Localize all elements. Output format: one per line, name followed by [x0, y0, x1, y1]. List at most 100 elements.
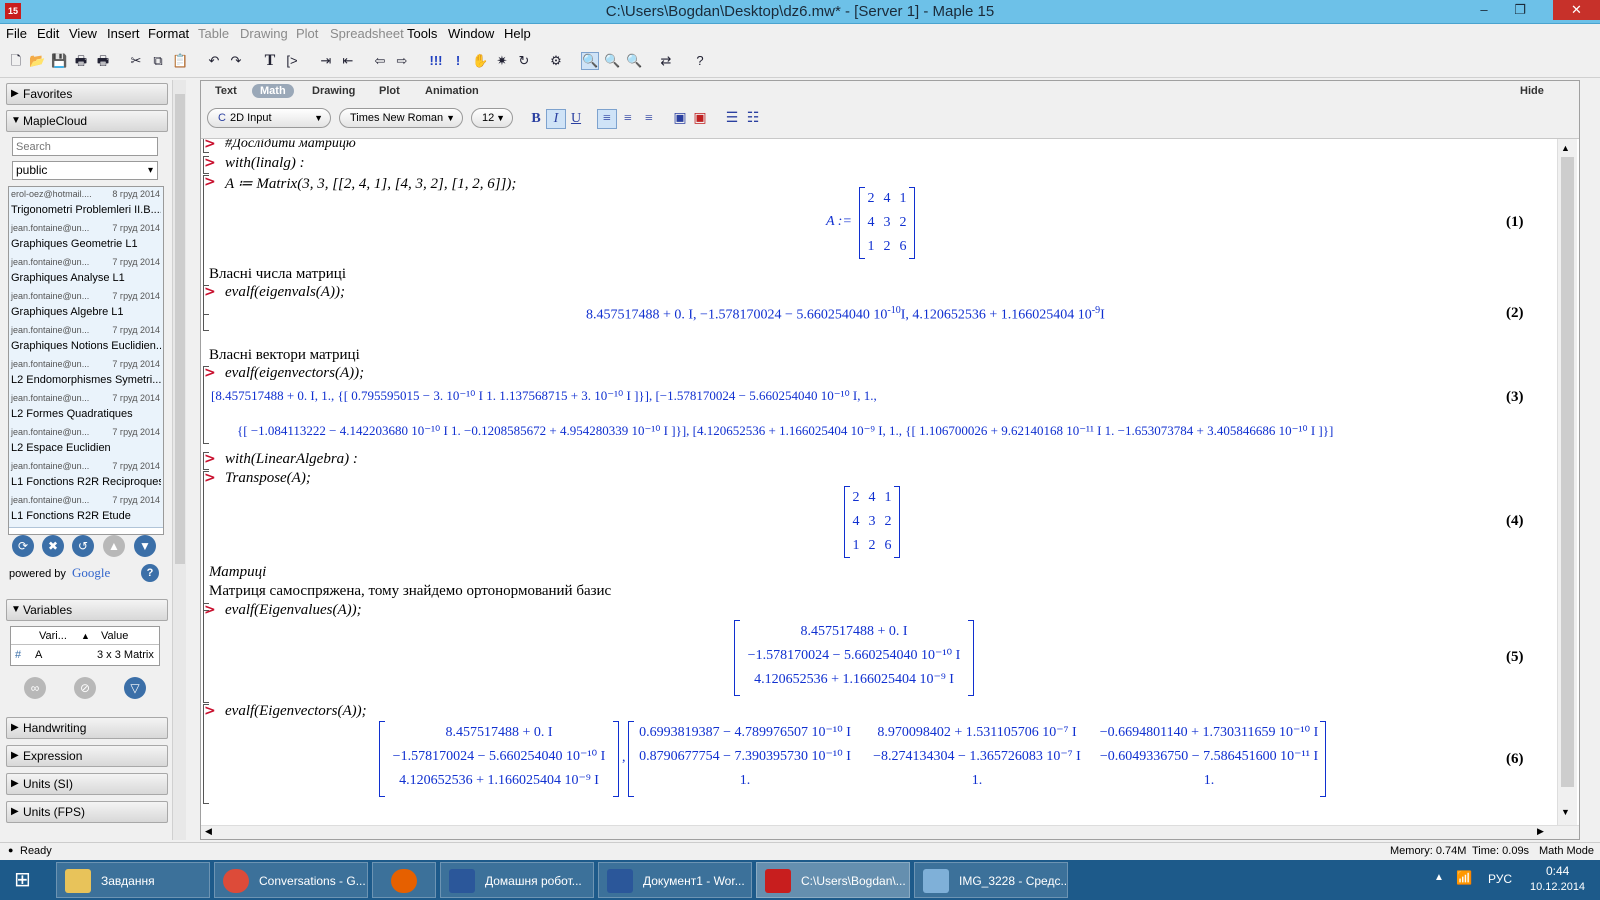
- network-icon[interactable]: 📶: [1456, 870, 1472, 886]
- cloud-group-select[interactable]: public ▾: [12, 161, 158, 180]
- menu-tools[interactable]: Tools: [407, 26, 437, 41]
- tray-arrow-icon[interactable]: ▲: [1434, 872, 1444, 883]
- print-icon[interactable]: 🖶: [73, 53, 89, 69]
- zoom-100-icon[interactable]: 🔍: [581, 52, 599, 70]
- taskbar-maple[interactable]: C:\Users\Bogdan\...: [756, 862, 910, 898]
- font-size-select[interactable]: 12 ▼: [471, 108, 513, 128]
- var-col-value[interactable]: Value: [101, 627, 128, 645]
- palette-expression[interactable]: ▶ Expression: [6, 745, 168, 767]
- tab-drawing[interactable]: Drawing: [304, 84, 363, 98]
- worksheet-vertical-scrollbar[interactable]: ▲ ▼: [1557, 139, 1577, 825]
- paste-icon[interactable]: 📋: [172, 53, 188, 69]
- taskbar-image-viewer[interactable]: IMG_3228 - Средс...: [914, 862, 1068, 898]
- hide-button[interactable]: Hide: [1512, 84, 1552, 98]
- menu-spreadsheet[interactable]: Spreadsheet: [330, 26, 404, 41]
- scroll-up-icon[interactable]: ▲: [1561, 143, 1570, 153]
- text-mode-icon[interactable]: T: [262, 53, 278, 69]
- menu-format[interactable]: Format: [148, 26, 189, 41]
- restore-button[interactable]: ❐: [1505, 0, 1535, 20]
- text-paragraph[interactable]: Власні числа матриці: [209, 266, 346, 283]
- zoom-200-icon[interactable]: 🔍: [626, 53, 642, 69]
- tab-math[interactable]: Math: [252, 84, 294, 98]
- list-item[interactable]: jean.fontaine@un... 7 груд 2014 Graphiques…: [9, 323, 163, 358]
- worksheet-content[interactable]: > #Дослідити матрицю > with(linalg) : > …: [201, 139, 1556, 825]
- highlight-color-icon[interactable]: ▣: [691, 110, 709, 128]
- forward-arrow-icon[interactable]: ⇨: [394, 53, 410, 69]
- execute-all-icon[interactable]: !!!: [428, 53, 444, 69]
- execute-icon[interactable]: !: [450, 53, 466, 69]
- execution-group-icon[interactable]: [>: [284, 53, 300, 69]
- open-folder-icon[interactable]: 📂: [29, 53, 45, 69]
- palette-units-fps[interactable]: ▶ Units (FPS): [6, 801, 168, 823]
- math-input[interactable]: evalf(eigenvectors(A));: [225, 365, 364, 382]
- menu-plot[interactable]: Plot: [296, 26, 318, 41]
- menu-help[interactable]: Help: [504, 26, 531, 41]
- bold-button[interactable]: B: [527, 110, 545, 128]
- math-input[interactable]: with(LinearAlgebra) :: [225, 451, 358, 468]
- list-item[interactable]: jean.fontaine@un... 7 груд 2014 L2 Espace …: [9, 425, 163, 460]
- list-item[interactable]: jean.fontaine@un... 7 груд 2014 L2 Formes …: [9, 391, 163, 426]
- font-select[interactable]: Times New Roman ▼: [339, 108, 463, 128]
- filter-icon[interactable]: ▽: [124, 677, 146, 699]
- tools-icon[interactable]: ✖: [42, 535, 64, 557]
- clock-time[interactable]: 0:44: [1546, 864, 1569, 878]
- copy-icon[interactable]: ⧉: [150, 53, 166, 69]
- palette-variables[interactable]: ▼ Variables: [6, 599, 168, 621]
- sync-icon[interactable]: ↺: [72, 535, 94, 557]
- cut-icon[interactable]: ✂: [128, 53, 144, 69]
- upload-icon[interactable]: ▲: [103, 535, 125, 557]
- help-icon[interactable]: ?: [692, 53, 708, 69]
- scroll-down-icon[interactable]: ▼: [1561, 807, 1570, 817]
- zoom-150-icon[interactable]: 🔍: [604, 53, 620, 69]
- list-item[interactable]: jean.fontaine@un... 7 груд 2014 Graphiques…: [9, 221, 163, 256]
- tab-plot[interactable]: Plot: [371, 84, 408, 98]
- hide-icon[interactable]: ⊘: [74, 677, 96, 699]
- debug-icon[interactable]: ✷: [494, 53, 510, 69]
- palette-scrollbar[interactable]: [172, 80, 186, 840]
- redo-icon[interactable]: ↷: [228, 53, 244, 69]
- minimize-button[interactable]: –: [1469, 0, 1499, 20]
- print-preview-icon[interactable]: 🖶: [95, 53, 111, 69]
- numbered-list-icon[interactable]: ☷: [744, 110, 762, 128]
- tab-animation[interactable]: Animation: [417, 84, 487, 98]
- list-item[interactable]: jean.fontaine@un... 7 груд 2014 L2 Endomor…: [9, 357, 163, 392]
- stop-icon[interactable]: ✋: [472, 53, 488, 69]
- palette-maplecloud[interactable]: ▼ MapleCloud: [6, 110, 168, 132]
- settings-gear-icon[interactable]: ⚙: [548, 53, 564, 69]
- menu-table[interactable]: Table: [198, 26, 229, 41]
- menu-window[interactable]: Window: [448, 26, 494, 41]
- outdent-icon[interactable]: ⇤: [340, 53, 356, 69]
- group-bracket[interactable]: [203, 603, 209, 703]
- math-input[interactable]: evalf(Eigenvectors(A));: [225, 703, 367, 720]
- undo-icon[interactable]: ↶: [206, 53, 222, 69]
- menu-view[interactable]: View: [69, 26, 97, 41]
- language-indicator[interactable]: РУС: [1488, 872, 1512, 886]
- comment-input[interactable]: #Дослідити матрицю: [225, 139, 356, 152]
- align-center-icon[interactable]: ≡: [619, 110, 637, 128]
- glasses-icon[interactable]: ∞: [24, 677, 46, 699]
- new-document-icon[interactable]: 🗋: [8, 53, 24, 69]
- scroll-left-icon[interactable]: ◀: [205, 826, 212, 837]
- menu-drawing[interactable]: Drawing: [240, 26, 288, 41]
- worksheet-horizontal-scrollbar[interactable]: ◀ ▶: [201, 825, 1579, 839]
- scroll-thumb[interactable]: [1561, 157, 1574, 787]
- palette-favorites[interactable]: ▶ Favorites: [6, 83, 168, 105]
- align-left-icon[interactable]: ≡: [597, 109, 617, 129]
- download-icon[interactable]: ▼: [134, 535, 156, 557]
- indent-icon[interactable]: ⇥: [318, 53, 334, 69]
- table-row[interactable]: # A 3 x 3 Matrix: [11, 646, 159, 664]
- palette-units-si[interactable]: ▶ Units (SI): [6, 773, 168, 795]
- restart-icon[interactable]: ↻: [516, 53, 532, 69]
- bullet-list-icon[interactable]: ☰: [723, 110, 741, 128]
- math-input[interactable]: with(linalg) :: [225, 155, 305, 172]
- menu-edit[interactable]: Edit: [37, 26, 59, 41]
- input-style-select[interactable]: C 2D Input ▼: [207, 108, 331, 128]
- scroll-thumb[interactable]: [175, 94, 185, 564]
- cloud-document-list[interactable]: erol-oez@hotmail.... 8 груд 2014 Trigonome…: [8, 186, 164, 535]
- text-paragraph[interactable]: Матриці: [209, 564, 266, 581]
- save-icon[interactable]: 💾: [51, 53, 67, 69]
- var-col-name[interactable]: Vari...: [39, 627, 67, 645]
- math-input[interactable]: A ≔ Matrix(3, 3, [[2, 4, 1], [4, 3, 2], …: [225, 174, 516, 193]
- taskbar-chrome[interactable]: Conversations - G...: [214, 862, 368, 898]
- back-arrow-icon[interactable]: ⇦: [372, 53, 388, 69]
